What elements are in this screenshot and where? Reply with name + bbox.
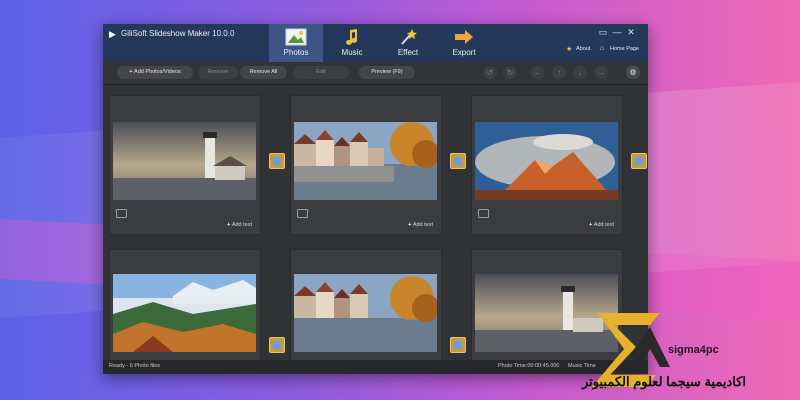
remove-all-button[interactable]: Remove All [240, 66, 287, 79]
status-text: Ready - 6 Photo files [109, 363, 161, 369]
transition-icon[interactable] [269, 153, 285, 169]
rotate-left-icon[interactable]: ↺ [483, 66, 497, 79]
rotate-right-icon[interactable]: ↻ [503, 66, 517, 79]
photo-thumbnail-canal-town[interactable] [294, 274, 437, 352]
photo-card[interactable]: + Add text [471, 95, 623, 235]
move-left-icon[interactable]: ← [531, 66, 545, 79]
image-icon [478, 209, 489, 218]
remove-button[interactable]: Remove [198, 66, 238, 79]
window-title: GiliSoft Slideshow Maker 10.0.0 [121, 29, 235, 38]
transition-icon[interactable] [450, 153, 466, 169]
photo-time: Photo Time:00:00:45.000 [498, 363, 560, 369]
close-button[interactable]: ✕ [625, 27, 637, 38]
home-icon: ⌂ [600, 45, 605, 52]
add-photos-button[interactable]: + Add Photos/Videos [117, 66, 193, 79]
edit-button[interactable]: Edit [293, 66, 349, 79]
tab-export-label: Export [452, 48, 476, 57]
transition-icon[interactable] [269, 337, 285, 353]
add-text-button[interactable]: + Add text [408, 222, 433, 228]
tab-photos[interactable]: Photos [269, 24, 323, 62]
home-page-link[interactable]: Home Page [610, 46, 639, 52]
image-icon [297, 209, 308, 218]
tab-photos-label: Photos [283, 48, 309, 57]
tab-effect[interactable]: Effect [381, 24, 435, 62]
photo-thumbnail-canal-town[interactable] [294, 122, 437, 200]
title-bar: ▶ GiliSoft Slideshow Maker 10.0.0 Photos… [103, 24, 648, 62]
preview-button[interactable]: Preview (F9) [359, 66, 415, 79]
settings-gear-icon[interactable]: ⚙ [626, 66, 640, 79]
arrow-right-icon [455, 30, 473, 44]
restore-button[interactable]: ▭ [597, 27, 609, 38]
move-down-icon[interactable]: ↓ [573, 66, 587, 79]
tab-export[interactable]: Export [437, 24, 491, 62]
add-text-button[interactable]: + Add text [227, 222, 252, 228]
about-link[interactable]: About [576, 46, 590, 52]
transition-icon[interactable] [631, 153, 647, 169]
music-note-icon [346, 29, 358, 45]
brand-arabic-text: اكاديمية سيجما لعلوم الكمبيوتر [582, 374, 747, 389]
photo-thumbnail-mountain-fog[interactable] [113, 274, 256, 352]
tab-music-label: Music [341, 48, 363, 57]
status-bar: Ready - 6 Photo files Photo Time:00:00:4… [103, 360, 648, 374]
tab-effect-label: Effect [397, 48, 419, 57]
photos-icon [285, 28, 307, 46]
photo-grid: + Add text + Add text + Add text [103, 85, 648, 374]
photo-card[interactable] [290, 249, 442, 374]
brand-name: sigma4pc [668, 344, 719, 356]
photo-card[interactable]: + Add text [290, 95, 442, 235]
move-up-icon[interactable]: ↑ [552, 66, 566, 79]
photo-card[interactable] [109, 249, 261, 374]
magic-wand-icon [401, 29, 417, 45]
app-window: ▶ GiliSoft Slideshow Maker 10.0.0 Photos… [103, 24, 648, 374]
photo-card[interactable]: + Add text [109, 95, 261, 235]
photo-thumbnail-mountain-sunset[interactable] [475, 122, 618, 200]
about-icon: ★ [566, 46, 573, 53]
move-right-icon[interactable]: → [594, 66, 608, 79]
photo-thumbnail-lighthouse[interactable] [113, 122, 256, 200]
tab-music[interactable]: Music [325, 24, 379, 62]
transition-icon[interactable] [450, 337, 466, 353]
toolbar: + Add Photos/Videos Remove Remove All Ed… [103, 62, 648, 85]
image-icon [116, 209, 127, 218]
minimize-button[interactable]: — [611, 27, 623, 37]
app-logo-icon: ▶ [109, 29, 116, 39]
add-text-button[interactable]: + Add text [589, 222, 614, 228]
